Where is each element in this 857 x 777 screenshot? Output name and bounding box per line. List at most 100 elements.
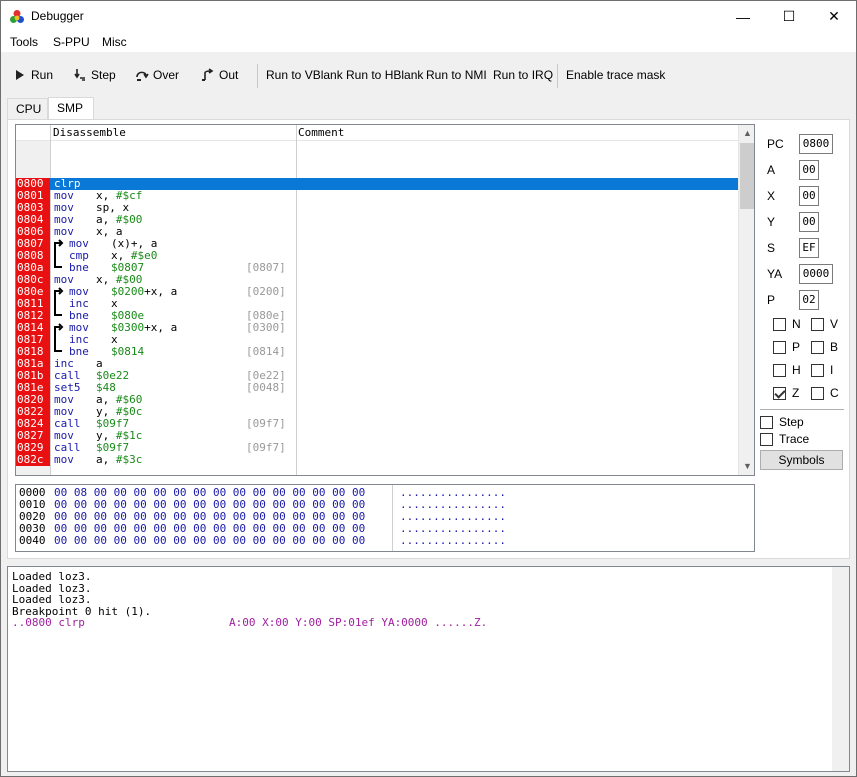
row-operand: $0300+x, a <box>111 321 178 334</box>
run-to-irq-button[interactable]: Run to IRQ <box>493 68 553 82</box>
operand-literal: #$3c <box>115 453 143 466</box>
branch-arrows <box>54 239 64 352</box>
register-field-y[interactable]: 00 <box>799 212 819 232</box>
trace-line-registers: A:00 X:00 Y:00 SP:01ef YA:0000 ......Z. <box>229 616 488 629</box>
menu-misc[interactable]: Misc <box>102 35 127 49</box>
scroll-down-icon[interactable]: ▼ <box>739 458 754 475</box>
hex-divider <box>392 485 393 551</box>
register-label-pc: PC <box>767 137 784 151</box>
checkbox-icon[interactable] <box>811 340 824 354</box>
step-button[interactable]: Step <box>73 68 116 82</box>
out-label: Out <box>219 68 239 82</box>
run-to-vblank-button[interactable]: Run to VBlank <box>266 68 343 82</box>
flag-checkbox-i[interactable]: I <box>811 363 833 377</box>
disassembly-scrollbar[interactable]: ▲ ▼ <box>738 125 754 475</box>
close-button[interactable]: ✕ <box>811 1 857 32</box>
register-label-a: A <box>767 163 776 177</box>
checkbox-icon[interactable] <box>773 340 786 354</box>
disassembly-row[interactable]: 0814 mov $0300+x, a [0300] <box>16 322 738 334</box>
column-comment[interactable]: Comment <box>298 126 344 139</box>
memory-hex-view[interactable]: 0000 00 08 00 00 00 00 00 00 00 00 00 00 … <box>15 484 755 552</box>
flag-label: I <box>830 363 834 377</box>
minimize-button[interactable]: — <box>720 1 766 32</box>
title-bar: Debugger — ☐ ✕ <box>1 1 856 32</box>
flag-label: B <box>830 340 839 354</box>
row-operand: a, #$3c <box>96 453 143 466</box>
row-operand: $0200+x, a <box>111 285 178 298</box>
tab-smp[interactable]: SMP <box>48 97 94 119</box>
flag-checkbox-v[interactable]: V <box>811 317 838 331</box>
row-comment: [0200] <box>246 285 286 298</box>
disassembly-row[interactable]: 081b call $0e22 [0e22] <box>16 370 738 382</box>
checkbox-icon[interactable] <box>811 363 824 377</box>
scroll-up-icon[interactable]: ▲ <box>739 125 754 142</box>
flag-checkbox-b[interactable]: B <box>811 340 838 354</box>
register-label-y: Y <box>767 215 776 229</box>
hex-address: 0040 <box>19 534 46 547</box>
console-log[interactable]: Loaded loz3. Loaded loz3. Loaded loz3. Brea… <box>7 566 850 772</box>
enable-trace-mask-button[interactable]: Enable trace mask <box>566 68 665 82</box>
register-field-s[interactable]: EF <box>799 238 819 258</box>
register-field-ya[interactable]: 0000 <box>799 264 833 284</box>
flag-checkbox-z[interactable]: Z <box>773 386 799 400</box>
flag-label: H <box>792 363 801 377</box>
row-comment: [0300] <box>246 321 286 334</box>
register-field-x[interactable]: 00 <box>799 186 819 206</box>
step-option-label: Step <box>779 415 804 429</box>
step-out-button[interactable]: Out <box>201 68 238 82</box>
flag-label: V <box>830 317 839 331</box>
toolbar-separator <box>257 64 258 88</box>
log-scrollbar[interactable] <box>832 567 849 771</box>
disassembly-row[interactable]: 0804 mov a, #$00 <box>16 214 738 226</box>
toolbar-separator <box>557 64 558 88</box>
checkbox-icon[interactable] <box>773 386 786 400</box>
run-to-nmi-button[interactable]: Run to NMI <box>426 68 487 82</box>
register-field-p[interactable]: 02 <box>799 290 819 310</box>
scroll-thumb[interactable] <box>740 143 754 209</box>
checkbox-icon[interactable] <box>773 363 786 377</box>
row-comment: [0814] <box>246 345 286 358</box>
run-button[interactable]: Run <box>13 68 53 82</box>
column-disassemble[interactable]: Disassemble <box>53 126 126 139</box>
disassembly-view[interactable]: Disassemble Comment 0800 clrp 0801 mov x, #$… <box>15 124 755 476</box>
trace-checkbox[interactable]: Trace <box>760 432 809 446</box>
register-field-pc[interactable]: 0800 <box>799 134 833 154</box>
step-checkbox[interactable]: Step <box>760 415 804 429</box>
symbols-button[interactable]: Symbols <box>760 450 843 470</box>
trace-line-instruction: ..0800 clrp <box>12 616 85 629</box>
step-out-icon <box>202 68 214 81</box>
hex-bytes[interactable]: 00 00 00 00 00 00 00 00 00 00 00 00 00 0… <box>54 535 365 547</box>
run-label: Run <box>31 68 54 82</box>
menu-sppu[interactable]: S-PPU <box>53 35 90 49</box>
disassembly-header: Disassemble Comment <box>16 125 738 141</box>
flag-checkbox-p[interactable]: P <box>773 340 800 354</box>
flag-checkbox-c[interactable]: C <box>811 386 839 400</box>
toolbar: Run Step Over Out Run to VBlank Run to H… <box>1 52 856 98</box>
menu-tools[interactable]: Tools <box>10 35 38 49</box>
step-over-button[interactable]: Over <box>135 68 179 82</box>
register-label-x: X <box>767 189 776 203</box>
register-field-a[interactable]: 00 <box>799 160 819 180</box>
checkbox-icon[interactable] <box>811 386 824 400</box>
flag-label: N <box>792 317 801 331</box>
register-label-ya: YA <box>767 267 783 281</box>
disassembly-row[interactable]: 082c mov a, #$3c <box>16 454 738 466</box>
flag-label: Z <box>792 386 800 400</box>
row-comment: [09f7] <box>246 417 286 430</box>
disassembly-row[interactable]: 0818 bne $0814 [0814] <box>16 346 738 358</box>
flag-checkbox-h[interactable]: H <box>773 363 801 377</box>
play-icon <box>16 70 24 80</box>
run-to-hblank-button[interactable]: Run to HBlank <box>346 68 423 82</box>
flag-checkbox-n[interactable]: N <box>773 317 801 331</box>
maximize-button[interactable]: ☐ <box>766 1 812 32</box>
app-icon <box>10 10 24 23</box>
checkbox-icon[interactable] <box>773 317 786 331</box>
disassembly-row[interactable]: 080e mov $0200+x, a [0200] <box>16 286 738 298</box>
checkbox-icon[interactable] <box>811 317 824 331</box>
hex-ascii: ................ <box>400 534 506 547</box>
row-comment: [09f7] <box>246 441 286 454</box>
step-over-icon <box>136 71 149 81</box>
smp-panel: Disassemble Comment 0800 clrp 0801 mov x, #$… <box>7 119 850 559</box>
tab-cpu[interactable]: CPU <box>7 98 48 119</box>
row-comment: [0048] <box>246 381 286 394</box>
